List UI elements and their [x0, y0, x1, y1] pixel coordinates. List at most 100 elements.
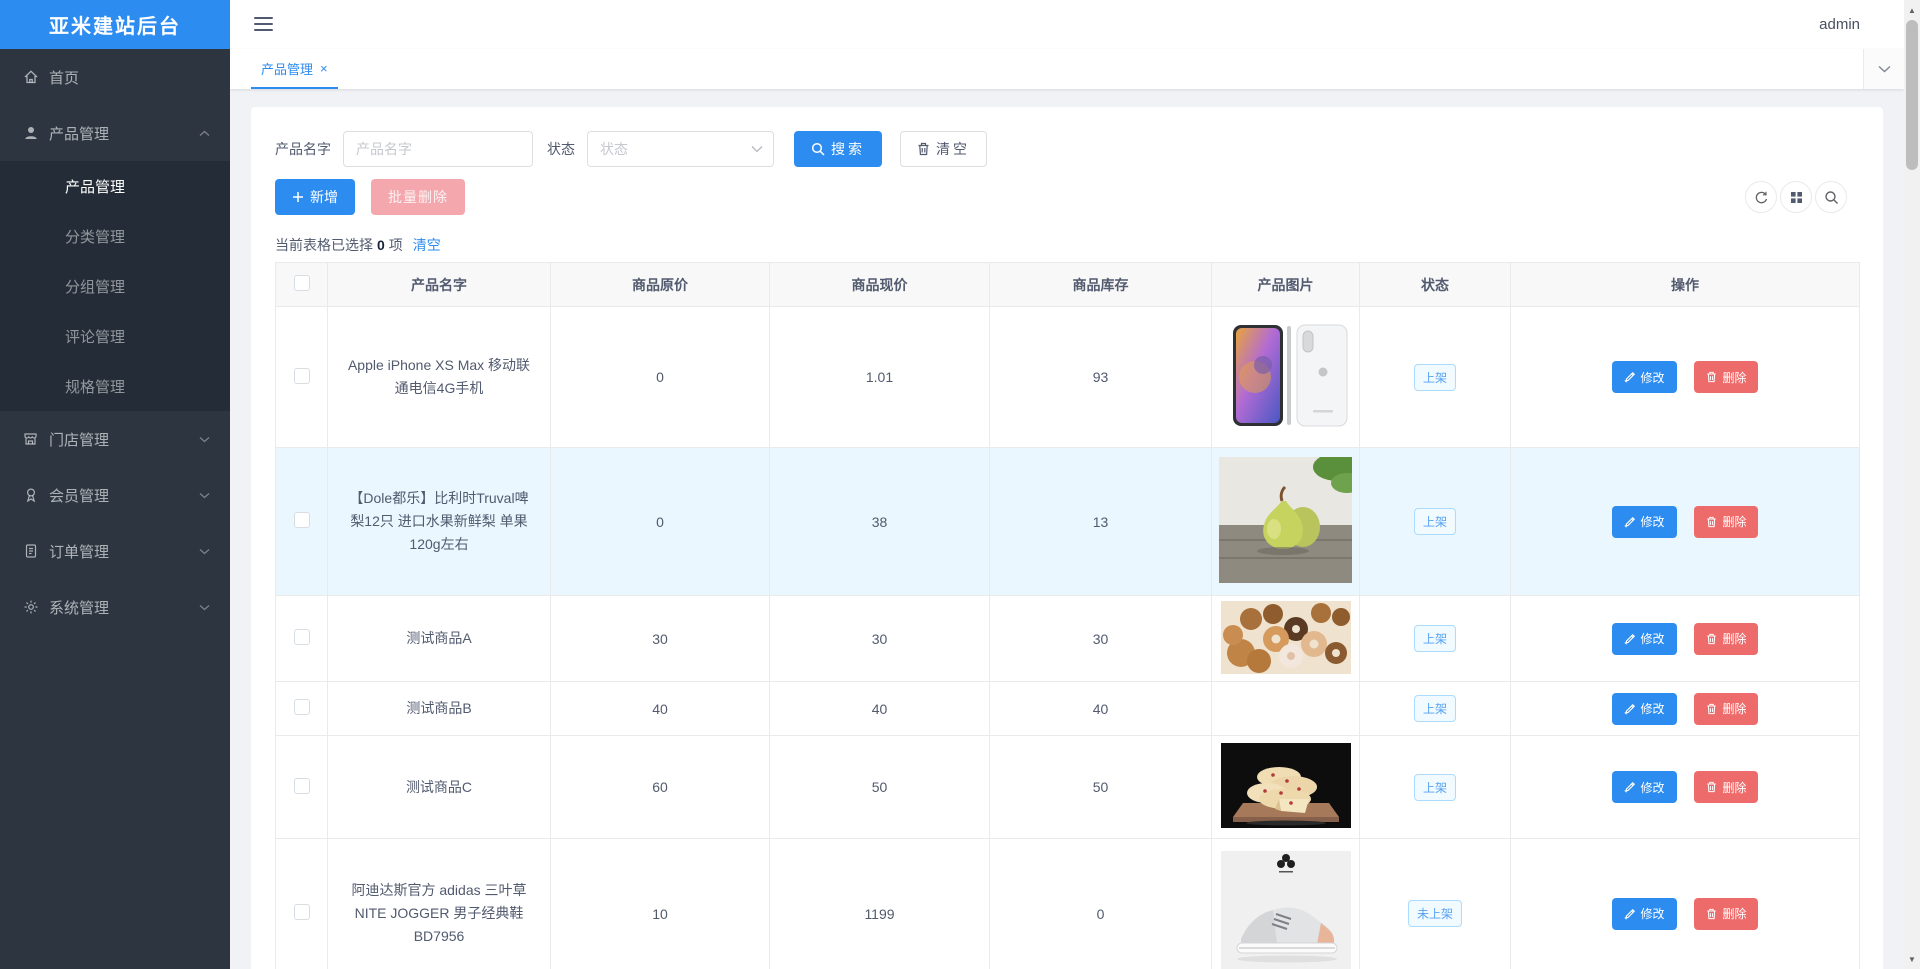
product-image-donuts — [1220, 600, 1351, 674]
clear-button[interactable]: 清空 — [900, 131, 987, 167]
tab-options-dropdown[interactable] — [1863, 49, 1904, 89]
search-icon — [811, 142, 825, 156]
stock-cell: 0 — [989, 838, 1212, 969]
product-name-input[interactable] — [343, 131, 533, 167]
product-image-cell — [1211, 447, 1360, 596]
select-all-checkbox[interactable] — [293, 275, 310, 291]
close-icon[interactable]: × — [320, 62, 328, 75]
current-price-cell: 50 — [769, 735, 990, 839]
row-checkbox[interactable] — [293, 367, 310, 384]
status-select[interactable]: 状态 — [587, 131, 774, 167]
product-image-iphone — [1219, 315, 1352, 436]
product-name-cell: 测试商品A — [327, 595, 551, 682]
product-table: 产品名字 商品原价 商品现价 商品库存 产品图片 状态 操作 Apple iPh… — [275, 262, 1860, 969]
zoom-icon[interactable] — [1815, 181, 1847, 213]
table-header-row: 产品名字 商品原价 商品现价 商品库存 产品图片 状态 操作 — [275, 262, 1860, 307]
delete-button[interactable]: 删除 — [1694, 361, 1759, 393]
hamburger-menu-icon[interactable] — [254, 17, 273, 31]
stock-cell: 13 — [989, 447, 1212, 596]
chevron-down-icon — [1878, 60, 1891, 78]
row-checkbox[interactable] — [293, 904, 310, 920]
row-checkbox[interactable] — [293, 629, 310, 645]
delete-button[interactable]: 删除 — [1694, 692, 1759, 725]
table-row: Apple iPhone XS Max 移动联通电信4G手机 0 1.01 93 — [275, 306, 1860, 448]
original-price-cell: 60 — [550, 735, 770, 839]
member-icon — [22, 487, 39, 504]
grid-icon[interactable] — [1780, 181, 1812, 213]
refresh-icon[interactable] — [1745, 181, 1777, 213]
table-row: 测试商品A 30 30 30 上架 修改 删除 — [275, 595, 1860, 682]
edit-button[interactable]: 修改 — [1611, 897, 1677, 930]
vertical-scrollbar[interactable]: ▲ ▼ — [1904, 0, 1920, 969]
action-row: 新增 批量删除 — [275, 179, 1859, 215]
product-image-cell — [1211, 838, 1360, 969]
edit-button[interactable]: 修改 — [1611, 361, 1677, 393]
content-card: 产品名字 状态 状态 搜索 清空 — [251, 107, 1883, 969]
col-header-name: 产品名字 — [327, 262, 551, 307]
current-price-cell: 1199 — [769, 838, 990, 969]
delete-button[interactable]: 删除 — [1694, 622, 1759, 655]
stock-cell: 40 — [989, 681, 1212, 736]
status-badge: 上架 — [1413, 695, 1456, 722]
batch-delete-button[interactable]: 批量删除 — [371, 179, 465, 215]
pencil-icon — [1623, 908, 1636, 920]
edit-button[interactable]: 修改 — [1611, 771, 1677, 803]
product-name-label: 产品名字 — [275, 141, 331, 157]
table-row: 测试商品C 60 50 50 上架 修改 删除 — [275, 735, 1860, 839]
delete-button[interactable]: 删除 — [1694, 505, 1759, 538]
sidebar-item-label: 订单管理 — [49, 543, 110, 561]
sidebar-subitem-spec-management[interactable]: 规格管理 — [0, 361, 230, 411]
table-row: 测试商品B 40 40 40 上架 修改 删除 — [275, 681, 1860, 736]
shop-icon — [22, 431, 39, 448]
status-label: 状态 — [547, 141, 575, 157]
sidebar-subitem-group-management[interactable]: 分组管理 — [0, 261, 230, 311]
product-name-cell: 测试商品B — [327, 681, 551, 736]
sidebar-subitem-comment-management[interactable]: 评论管理 — [0, 311, 230, 361]
scroll-down-arrow-icon[interactable]: ▼ — [1904, 951, 1920, 967]
sidebar-item-product-management[interactable]: 产品管理 — [0, 105, 230, 161]
chevron-down-icon — [199, 548, 210, 555]
table-tools — [1745, 181, 1847, 213]
sidebar-item-order-management[interactable]: 订单管理 — [0, 523, 230, 579]
sidebar-subitem-product-management[interactable]: 产品管理 — [0, 161, 230, 211]
row-checkbox[interactable] — [293, 699, 310, 715]
add-button[interactable]: 新增 — [275, 179, 355, 215]
sidebar-item-store-management[interactable]: 门店管理 — [0, 411, 230, 467]
product-image-cell — [1211, 306, 1360, 448]
status-badge: 未上架 — [1407, 900, 1462, 927]
edit-button[interactable]: 修改 — [1611, 505, 1677, 538]
product-image-cell — [1211, 595, 1360, 682]
original-price-cell: 30 — [550, 595, 770, 682]
sidebar-item-member-management[interactable]: 会员管理 — [0, 467, 230, 523]
row-checkbox[interactable] — [293, 512, 310, 528]
sidebar-item-system-management[interactable]: 系统管理 — [0, 579, 230, 635]
trash-icon — [1706, 781, 1717, 793]
col-header-current-price: 商品现价 — [769, 262, 990, 307]
tab-product-management[interactable]: 产品管理 × — [251, 49, 338, 89]
row-actions-cell: 修改 删除 — [1510, 838, 1860, 969]
edit-button[interactable]: 修改 — [1611, 692, 1677, 725]
status-badge: 上架 — [1413, 773, 1456, 801]
order-icon — [22, 543, 39, 560]
search-button[interactable]: 搜索 — [794, 131, 882, 167]
sidebar-subitem-category-management[interactable]: 分类管理 — [0, 211, 230, 261]
scroll-up-arrow-icon[interactable]: ▲ — [1904, 2, 1920, 18]
sidebar-item-home[interactable]: 首页 — [0, 49, 230, 105]
row-checkbox[interactable] — [293, 777, 310, 794]
selection-count: 0 — [377, 237, 385, 253]
scrollbar-thumb[interactable] — [1906, 20, 1918, 170]
sidebar-item-label: 首页 — [49, 69, 80, 87]
product-image-pear — [1219, 457, 1352, 583]
pencil-icon — [1623, 633, 1636, 645]
delete-button[interactable]: 删除 — [1694, 897, 1759, 930]
sidebar-item-label: 会员管理 — [49, 487, 110, 505]
pencil-icon — [1623, 703, 1636, 715]
original-price-cell: 40 — [550, 681, 770, 736]
user-menu[interactable]: admin — [1819, 0, 1860, 49]
selection-clear-link[interactable]: 清空 — [413, 235, 441, 255]
delete-button[interactable]: 删除 — [1694, 771, 1759, 803]
edit-button[interactable]: 修改 — [1611, 622, 1677, 655]
tab-bar: 产品管理 × — [230, 49, 1904, 89]
original-price-cell: 0 — [550, 306, 770, 448]
product-name-cell: Apple iPhone XS Max 移动联通电信4G手机 — [327, 306, 551, 448]
